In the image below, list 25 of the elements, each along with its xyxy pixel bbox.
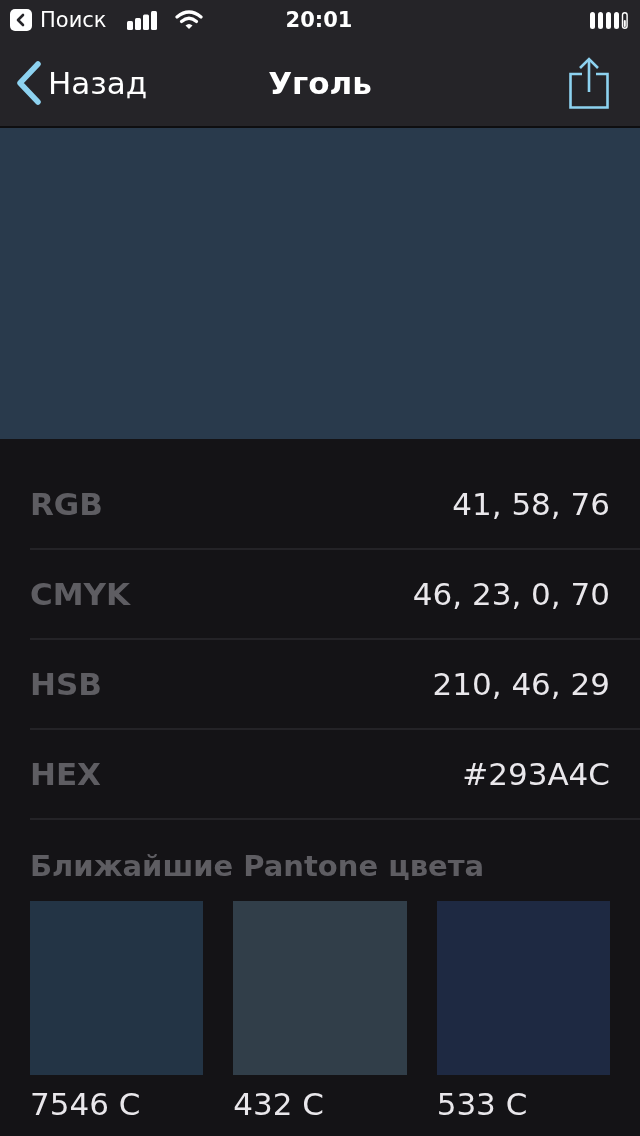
- value-label: HSB: [30, 668, 102, 700]
- value-label: HEX: [30, 758, 102, 790]
- share-icon: [569, 57, 609, 109]
- back-button[interactable]: Назад: [0, 53, 148, 113]
- chevron-left-icon: [16, 61, 42, 105]
- status-time: 20:01: [285, 9, 353, 31]
- back-app-label[interactable]: Поиск: [40, 9, 107, 31]
- section-title: Ближайшие Pantone цвета: [30, 848, 486, 884]
- pantone-swatch[interactable]: [233, 901, 407, 1075]
- pantone-swatch[interactable]: [30, 901, 204, 1075]
- value-label: CMYK: [30, 578, 131, 610]
- battery-icon: [590, 11, 628, 29]
- signal-bars-icon: [126, 10, 157, 30]
- pantone-code: 7546 C: [30, 1086, 142, 1122]
- value-text: #293A4C: [462, 758, 610, 790]
- value-label: RGB: [30, 488, 103, 520]
- page-title: Уголь: [268, 67, 372, 99]
- pantone-swatch[interactable]: [436, 901, 610, 1075]
- pantone-code: 432 C: [233, 1086, 325, 1122]
- pantone-code: 533 C: [436, 1086, 529, 1122]
- back-icon[interactable]: [10, 9, 32, 31]
- wifi-icon: [174, 10, 203, 30]
- value-text: 46, 23, 0, 70: [412, 578, 610, 610]
- value-text: 41, 58, 76: [452, 488, 610, 520]
- value-text: 210, 46, 29: [432, 668, 610, 700]
